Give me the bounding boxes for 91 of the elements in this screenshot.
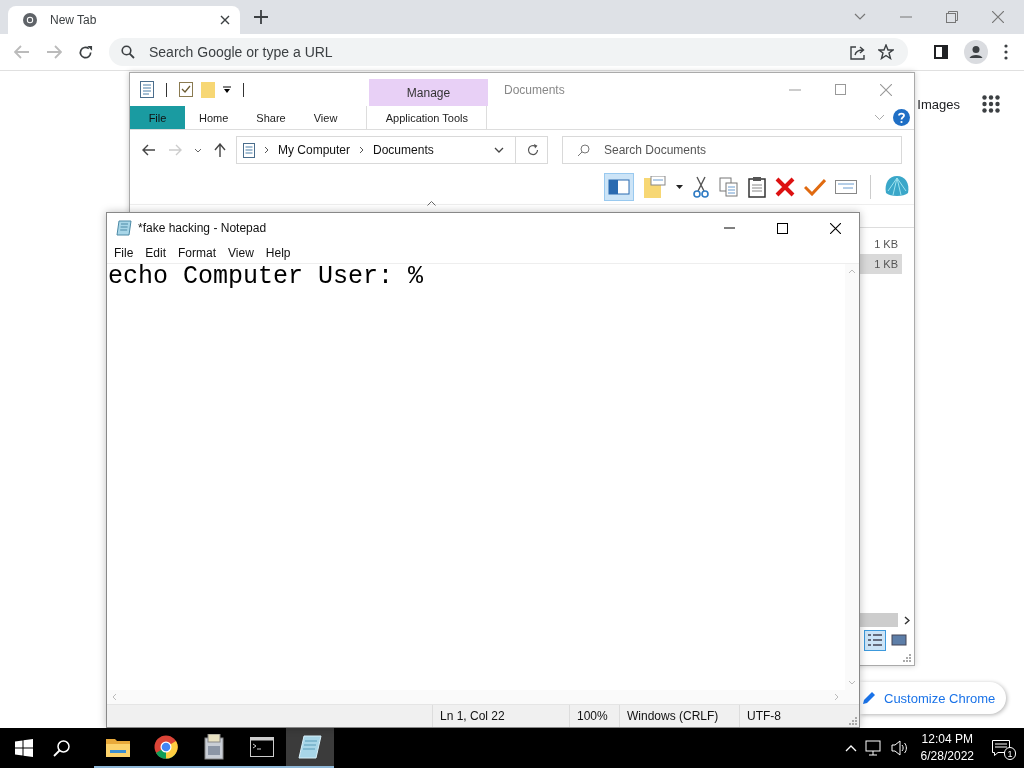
preview-pane-icon[interactable] xyxy=(604,173,634,201)
menu-icon[interactable] xyxy=(1004,44,1008,60)
search-icon xyxy=(121,45,135,59)
window-title: *fake hacking - Notepad xyxy=(138,221,267,235)
resize-grip-icon[interactable] xyxy=(848,716,857,725)
breadcrumb[interactable]: Documents xyxy=(373,143,434,157)
menu-item[interactable]: Format xyxy=(178,246,217,260)
details-view-icon[interactable] xyxy=(864,629,886,651)
sort-caret-icon xyxy=(427,201,436,206)
document-icon[interactable] xyxy=(140,81,154,98)
archive-icon xyxy=(204,734,224,760)
contextual-tab-header: Manage xyxy=(369,79,488,106)
notepad-icon xyxy=(298,735,322,759)
menu-item[interactable]: Edit xyxy=(145,246,167,260)
ribbon-tab[interactable]: View xyxy=(299,106,352,129)
folder-icon xyxy=(106,737,130,757)
breadcrumb[interactable]: My Computer xyxy=(278,143,351,157)
dropdown-icon[interactable] xyxy=(223,85,231,94)
customize-chrome-button[interactable]: Customize Chrome xyxy=(860,682,1006,714)
notepad-icon[interactable] xyxy=(116,220,132,236)
message-icon xyxy=(992,740,1010,756)
plus-icon[interactable] xyxy=(254,10,268,24)
up-arrow-icon[interactable] xyxy=(214,143,226,157)
omnibox-input[interactable]: Search Google or type a URL xyxy=(147,43,838,61)
menu-item[interactable]: Help xyxy=(265,246,291,260)
browser-logo-icon xyxy=(154,735,178,759)
address-bar[interactable]: My Computer Documents xyxy=(236,136,548,164)
browser-tab[interactable]: New Tab xyxy=(8,6,240,34)
resize-grip-icon[interactable] xyxy=(902,653,911,662)
clock-time: 12:04 PM xyxy=(921,731,973,748)
browser-logo-icon xyxy=(22,12,38,28)
ribbon-tab[interactable]: Home xyxy=(185,106,243,129)
notification-count-badge: 1 xyxy=(1004,747,1016,760)
clock-date: 6/28/2022 xyxy=(920,748,974,765)
taskbar-app[interactable] xyxy=(286,728,334,768)
apps-grid-icon[interactable] xyxy=(982,95,1000,113)
network-icon[interactable] xyxy=(864,740,883,756)
chevron-right-icon xyxy=(264,146,269,154)
windows-logo-icon[interactable] xyxy=(15,739,33,757)
delete-icon[interactable] xyxy=(775,177,795,197)
card-icon[interactable] xyxy=(835,180,857,194)
back-arrow-icon[interactable] xyxy=(142,144,156,156)
chevron-right-icon[interactable] xyxy=(904,615,910,625)
pencil-icon xyxy=(862,691,876,705)
search-icon xyxy=(577,143,590,157)
clock[interactable]: 12:04 PM 6/28/2022 xyxy=(920,731,974,765)
file-row[interactable]: 1 KB xyxy=(858,254,902,274)
status-item: 100% xyxy=(569,705,619,727)
share-icon[interactable] xyxy=(850,44,866,60)
menu-item[interactable]: File xyxy=(114,246,134,260)
properties-icon[interactable] xyxy=(179,82,193,97)
status-item: UTF-8 xyxy=(739,705,839,727)
status-item: Windows (CRLF) xyxy=(619,705,739,727)
ribbon-tab[interactable]: Application Tools xyxy=(366,106,488,129)
ribbon-tab[interactable]: File xyxy=(130,106,185,129)
menu-item[interactable]: View xyxy=(228,246,254,260)
search-field[interactable]: Search Documents xyxy=(562,136,902,164)
terminal-icon xyxy=(250,737,274,757)
close-icon[interactable] xyxy=(220,15,230,25)
restore-icon[interactable] xyxy=(946,11,958,23)
maximize-icon[interactable] xyxy=(777,222,788,234)
scissors-icon[interactable] xyxy=(692,176,710,198)
chevron-right-icon xyxy=(359,146,365,154)
tab-title: New Tab xyxy=(50,13,98,27)
ribbon-tab[interactable]: Share xyxy=(242,106,300,129)
text-editor-content[interactable]: echo Computer User: % xyxy=(107,264,845,690)
window-title: Documents xyxy=(504,82,565,97)
close-icon[interactable] xyxy=(830,222,841,234)
reload-icon[interactable] xyxy=(78,44,93,60)
checkmark-icon[interactable] xyxy=(804,178,826,196)
chevron-down-icon[interactable] xyxy=(494,147,504,153)
star-icon[interactable] xyxy=(878,44,894,60)
side-panel-icon[interactable] xyxy=(934,45,948,59)
dropdown-icon[interactable] xyxy=(676,185,683,189)
images-link[interactable]: Images xyxy=(917,96,960,112)
document-icon xyxy=(243,142,255,158)
chevron-down-icon[interactable] xyxy=(194,147,202,153)
volume-icon[interactable] xyxy=(890,740,909,756)
address-bar[interactable]: Search Google or type a URL xyxy=(109,38,908,66)
copy-icon[interactable] xyxy=(719,177,739,197)
file-size: 1 KB xyxy=(874,238,898,250)
profile-avatar-icon[interactable] xyxy=(964,40,988,64)
refresh-icon[interactable] xyxy=(527,144,539,156)
status-item: Ln 1, Col 22 xyxy=(432,705,569,727)
file-row[interactable]: 1 KB xyxy=(858,234,902,254)
file-size: 1 KB xyxy=(874,258,898,270)
search-icon[interactable] xyxy=(53,739,70,757)
clipboard-icon[interactable] xyxy=(748,176,766,198)
shell-icon[interactable] xyxy=(884,175,910,199)
help-icon[interactable] xyxy=(893,109,910,126)
notification-center-button[interactable]: 1 xyxy=(992,736,1016,760)
